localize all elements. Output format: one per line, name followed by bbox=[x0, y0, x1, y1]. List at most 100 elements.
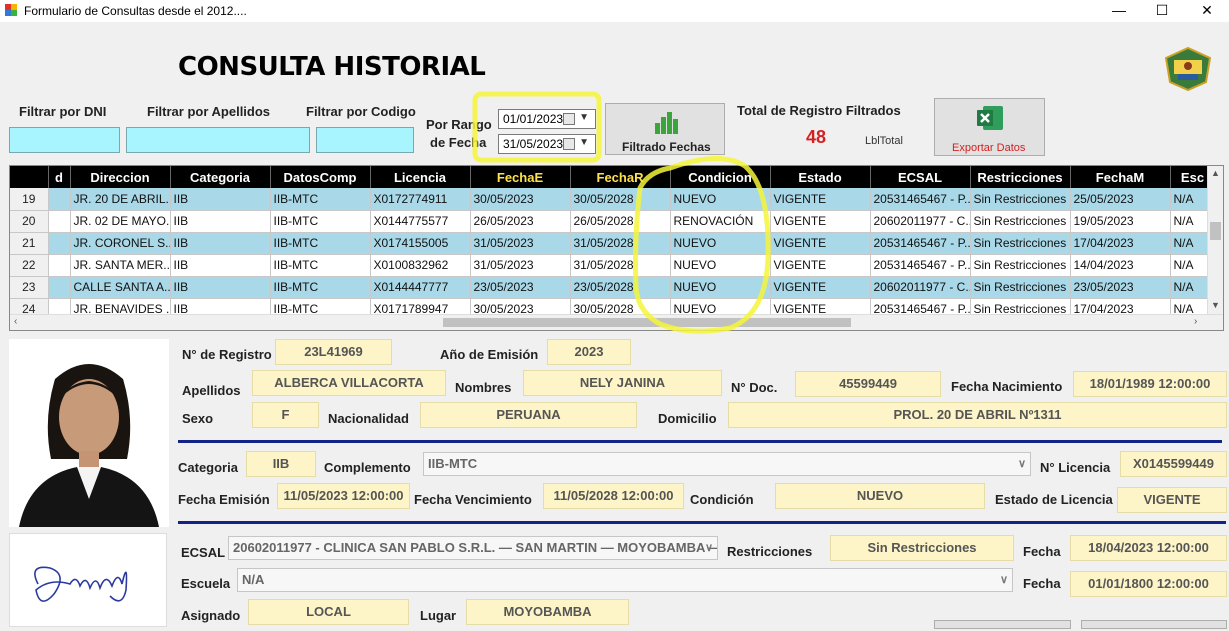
dni-filter-input[interactable] bbox=[9, 127, 120, 153]
table-cell[interactable] bbox=[48, 232, 71, 255]
table-cell[interactable]: JR. 20 DE ABRIL... bbox=[70, 188, 171, 211]
domicilio-field[interactable]: PROL. 20 DE ABRIL Nº1311 bbox=[728, 402, 1227, 428]
complemento-select[interactable]: IIB-MTC ∨ bbox=[423, 452, 1031, 476]
table-cell[interactable] bbox=[48, 254, 71, 277]
signature-box bbox=[9, 533, 167, 627]
table-cell[interactable]: IIB bbox=[170, 254, 271, 277]
table-cell[interactable]: IIB bbox=[170, 276, 271, 299]
nacionalidad-label: Nacionalidad bbox=[328, 411, 409, 426]
table-cell[interactable]: 20602011977 - C... bbox=[870, 276, 971, 299]
registro-field[interactable]: 23L41969 bbox=[275, 339, 392, 365]
sexo-field[interactable]: F bbox=[252, 402, 319, 428]
table-cell[interactable]: JR. CORONEL S... bbox=[70, 232, 171, 255]
row-header[interactable]: 20 bbox=[10, 210, 49, 233]
column-header[interactable]: d bbox=[48, 166, 71, 188]
anio-emision-field[interactable]: 2023 bbox=[547, 339, 631, 365]
row-header[interactable]: 22 bbox=[10, 254, 49, 277]
scroll-thumb[interactable] bbox=[1210, 222, 1221, 240]
row-header[interactable]: 19 bbox=[10, 188, 49, 211]
restricciones-label: Restricciones bbox=[727, 544, 813, 559]
apellidos-label: Apellidos bbox=[182, 383, 241, 398]
table-cell[interactable]: Sin Restricciones bbox=[970, 232, 1071, 255]
nacionalidad-field[interactable]: PERUANA bbox=[420, 402, 637, 428]
table-cell[interactable]: IIB bbox=[170, 232, 271, 255]
table-cell[interactable]: IIB-MTC bbox=[270, 276, 371, 299]
table-cell[interactable]: X0100832962 bbox=[370, 254, 471, 277]
fecha-nacimiento-field[interactable]: 18/01/1989 12:00:00 bbox=[1073, 371, 1227, 397]
table-cell[interactable] bbox=[48, 188, 71, 211]
table-cell[interactable] bbox=[48, 210, 71, 233]
restricciones-field[interactable]: Sin Restricciones bbox=[830, 535, 1014, 561]
table-cell[interactable]: Sin Restricciones bbox=[970, 276, 1071, 299]
condicion-field[interactable]: NUEVO bbox=[775, 483, 985, 509]
asignado-field[interactable]: LOCAL bbox=[248, 599, 409, 625]
table-cell[interactable]: JR. SANTA MER... bbox=[70, 254, 171, 277]
table-cell[interactable]: X0144447777 bbox=[370, 276, 471, 299]
portrait-image bbox=[9, 339, 169, 527]
fecha-ecsal-field[interactable]: 18/04/2023 12:00:00 bbox=[1070, 535, 1227, 561]
title-bar: Formulario de Consultas desde el 2012...… bbox=[0, 0, 1229, 22]
column-header[interactable]: Licencia bbox=[370, 166, 471, 188]
minimize-button[interactable]: — bbox=[1097, 0, 1141, 22]
column-header[interactable]: Direccion bbox=[70, 166, 171, 188]
bottom-action-button[interactable] bbox=[934, 620, 1071, 629]
table-cell[interactable]: X0174155005 bbox=[370, 232, 471, 255]
row-header[interactable]: 23 bbox=[10, 276, 49, 299]
table-cell[interactable]: 20531465467 - P... bbox=[870, 188, 971, 211]
table-cell[interactable]: 14/04/2023 bbox=[1070, 254, 1171, 277]
nro-doc-field[interactable]: 45599449 bbox=[795, 371, 941, 397]
column-header[interactable]: Restricciones bbox=[970, 166, 1071, 188]
table-cell[interactable]: IIB-MTC bbox=[270, 210, 371, 233]
table-cell[interactable]: 20531465467 - P... bbox=[870, 254, 971, 277]
apellidos-field[interactable]: ALBERCA VILLACORTA bbox=[252, 370, 446, 396]
row-header[interactable]: 21 bbox=[10, 232, 49, 255]
condicion-label: Condición bbox=[690, 492, 754, 507]
fecha-vencimiento-field[interactable]: 11/05/2028 12:00:00 bbox=[543, 483, 684, 509]
table-cell[interactable]: JR. 02 DE MAYO... bbox=[70, 210, 171, 233]
grid-vertical-scrollbar[interactable]: ▲ ▼ bbox=[1207, 166, 1223, 314]
table-cell[interactable]: IIB-MTC bbox=[270, 232, 371, 255]
column-header[interactable]: FechaM bbox=[1070, 166, 1171, 188]
table-cell[interactable]: X0144775577 bbox=[370, 210, 471, 233]
export-data-button[interactable]: Exportar Datos bbox=[934, 98, 1045, 156]
maximize-button[interactable]: ☐ bbox=[1140, 0, 1184, 22]
column-header[interactable]: Categoria bbox=[170, 166, 271, 188]
institution-logo bbox=[1164, 46, 1212, 92]
escuela-select[interactable]: N/A ∨ bbox=[237, 568, 1013, 592]
table-cell[interactable]: CALLE SANTA A... bbox=[70, 276, 171, 299]
table-cell[interactable]: 20602011977 - C... bbox=[870, 210, 971, 233]
bottom-action-button[interactable] bbox=[1081, 620, 1227, 629]
table-cell[interactable]: 19/05/2023 bbox=[1070, 210, 1171, 233]
registro-label: N° de Registro bbox=[182, 347, 272, 362]
table-cell[interactable]: Sin Restricciones bbox=[970, 188, 1071, 211]
codigo-filter-input[interactable] bbox=[316, 127, 414, 153]
column-header[interactable]: DatosComp bbox=[270, 166, 371, 188]
table-cell[interactable]: Sin Restricciones bbox=[970, 254, 1071, 277]
table-cell[interactable] bbox=[48, 276, 71, 299]
total-records-value: 48 bbox=[806, 127, 827, 147]
apellidos-filter-input[interactable] bbox=[126, 127, 310, 153]
column-header[interactable]: ECSAL bbox=[870, 166, 971, 188]
fecha-ecsal-label: Fecha bbox=[1023, 544, 1061, 559]
table-cell[interactable]: IIB-MTC bbox=[270, 254, 371, 277]
estado-licencia-field[interactable]: VIGENTE bbox=[1117, 487, 1227, 513]
table-cell[interactable]: 25/05/2023 bbox=[1070, 188, 1171, 211]
fecha-emision-field[interactable]: 11/05/2023 12:00:00 bbox=[277, 483, 410, 509]
ecsal-select[interactable]: 20602011977 - CLINICA SAN PABLO S.R.L. —… bbox=[228, 536, 718, 560]
table-cell[interactable]: X0172774911 bbox=[370, 188, 471, 211]
table-cell[interactable]: IIB bbox=[170, 210, 271, 233]
table-cell[interactable]: IIB bbox=[170, 188, 271, 211]
nro-licencia-field[interactable]: X0145599449 bbox=[1120, 451, 1227, 477]
nombres-field[interactable]: NELY JANINA bbox=[523, 370, 722, 396]
chevron-down-icon: ∨ bbox=[1017, 458, 1026, 470]
table-cell[interactable]: 17/04/2023 bbox=[1070, 232, 1171, 255]
table-cell[interactable]: 23/05/2023 bbox=[1070, 276, 1171, 299]
table-cell[interactable]: 20531465467 - P... bbox=[870, 232, 971, 255]
excel-icon bbox=[977, 106, 1003, 130]
categoria-field[interactable]: IIB bbox=[246, 451, 316, 477]
fecha-escuela-field[interactable]: 01/01/1800 12:00:00 bbox=[1070, 571, 1227, 597]
lugar-field[interactable]: MOYOBAMBA bbox=[466, 599, 629, 625]
close-button[interactable]: ✕ bbox=[1185, 0, 1229, 22]
table-cell[interactable]: Sin Restricciones bbox=[970, 210, 1071, 233]
table-cell[interactable]: IIB-MTC bbox=[270, 188, 371, 211]
